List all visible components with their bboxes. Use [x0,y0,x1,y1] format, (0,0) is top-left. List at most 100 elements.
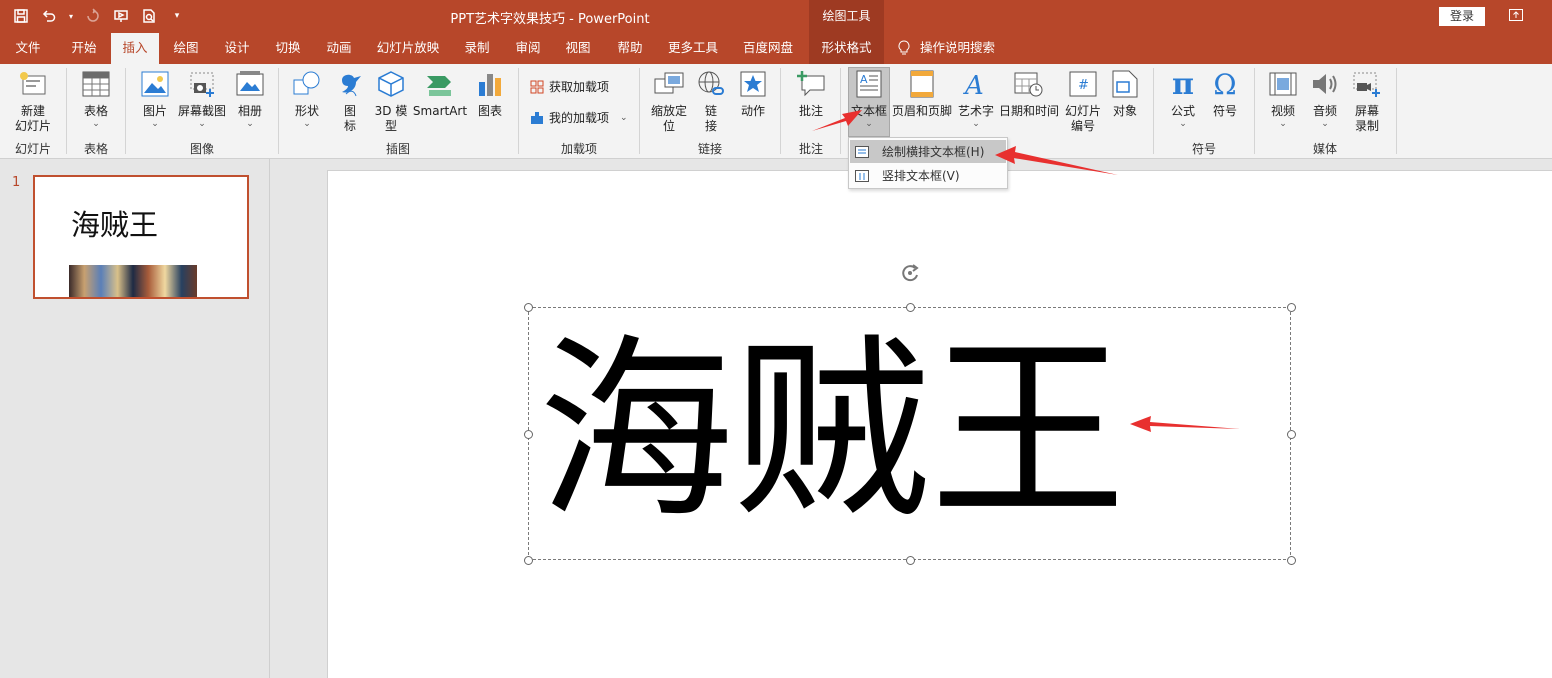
store-icon [530,80,544,93]
vertical-textbox-item[interactable]: 竖排文本框(V) [850,164,1006,187]
object-button[interactable]: 对象 [1106,68,1144,119]
action-star-icon [737,68,769,100]
symbol-button[interactable]: Ω 符号 [1206,68,1244,119]
video-label: 视频 [1270,104,1295,118]
resize-handle[interactable] [524,556,533,565]
wordart-icon: A [960,68,992,100]
slide-number-button[interactable]: # 幻灯片 编号 [1062,68,1104,134]
photo-album-button[interactable]: 相册 ⌄ [230,68,270,129]
group-separator [639,68,640,154]
equation-button[interactable]: π 公式 ⌄ [1164,68,1202,129]
comment-icon [795,68,827,100]
group-separator [66,68,67,154]
chart-button[interactable]: 图表 [472,68,508,119]
tab-more-tools[interactable]: 更多工具 [663,33,723,64]
audio-button[interactable]: 音频 ⌄ [1306,68,1344,129]
icons-bird-icon [334,68,366,100]
tab-file[interactable]: 文件 [8,33,48,64]
smartart-button[interactable]: SmartArt [413,68,467,119]
chevron-down-icon: ⌄ [246,119,254,129]
tab-insert[interactable]: 插入 [111,33,159,64]
3d-models-label-1: 3D 模 [374,104,408,118]
get-addins-button[interactable]: 获取加载项 [530,78,609,95]
film-icon [1267,68,1299,100]
slide-number-icon: # [1067,68,1099,100]
tab-design[interactable]: 设计 [217,33,257,64]
rotate-handle-icon[interactable] [899,262,921,284]
calendar-icon [1013,68,1045,100]
ribbon-display-options-icon[interactable] [1508,8,1524,22]
slide-number: 1 [12,175,21,190]
ribbon-tabs: 文件 开始 插入 绘图 设计 切换 动画 幻灯片放映 录制 审阅 视图 帮助 更… [0,33,1552,64]
slide-textbox-text[interactable]: 海贼王 [538,322,1126,542]
icons-label-1: 图 [343,104,356,118]
link-label-2: 接 [704,119,717,133]
link-button[interactable]: 链 接 [694,68,728,134]
textbox-button[interactable]: A 文本框 ⌄ [848,67,890,137]
tab-transitions[interactable]: 切换 [268,33,308,64]
group-label-links: 链接 [697,142,722,156]
link-label-1: 链 [704,104,717,118]
omega-icon: Ω [1213,67,1237,101]
slide-thumbnail-pane: 1 海贼王 [0,159,270,678]
tab-animations[interactable]: 动画 [319,33,359,64]
tab-baidu-netdisk[interactable]: 百度网盘 [737,33,799,64]
equation-label: 公式 [1170,104,1195,118]
resize-handle[interactable] [524,430,533,439]
shapes-button[interactable]: 形状 ⌄ [288,68,326,129]
resize-handle[interactable] [906,556,915,565]
tab-help[interactable]: 帮助 [610,33,650,64]
tab-slideshow[interactable]: 幻灯片放映 [372,33,444,64]
draw-horizontal-textbox-item[interactable]: 绘制横排文本框(H) [850,140,1006,163]
comment-button[interactable]: 批注 [790,68,832,119]
drawing-tools-context-label: 绘图工具 [809,0,884,33]
screenshot-icon [186,68,218,100]
group-label-comments: 批注 [798,142,823,156]
pictures-button[interactable]: 图片 ⌄ [134,68,176,129]
resize-handle[interactable] [906,303,915,312]
pictures-label: 图片 [142,104,167,118]
resize-handle[interactable] [1287,303,1296,312]
tell-me-search[interactable]: 操作说明搜索 [920,33,1000,64]
chevron-down-icon: ⌄ [620,112,628,123]
screen-recording-button[interactable]: 屏幕 录制 [1348,68,1386,134]
chevron-down-icon: ⌄ [1321,119,1329,129]
table-button[interactable]: 表格 ⌄ [74,68,118,129]
shapes-icon [291,68,323,100]
slide-thumbnail[interactable]: 海贼王 [33,175,249,299]
3d-models-button[interactable]: 3D 模 型 [372,68,410,134]
wordart-button[interactable]: A 艺术字 ⌄ [956,68,996,129]
action-button[interactable]: 动作 [734,68,772,119]
tab-review[interactable]: 审阅 [508,33,548,64]
group-label-images: 图像 [189,142,214,156]
icons-button[interactable]: 图 标 [332,68,368,134]
horizontal-textbox-icon [855,145,869,158]
header-footer-label: 页眉和页脚 [891,104,952,118]
tab-view[interactable]: 视图 [558,33,598,64]
group-label-tables: 表格 [83,142,108,156]
tab-record[interactable]: 录制 [457,33,497,64]
tab-shape-format[interactable]: 形状格式 [809,33,884,64]
shapes-label: 形状 [294,104,319,118]
zoom-button[interactable]: 缩放定 位 [648,68,690,134]
table-label: 表格 [83,104,108,118]
tab-draw[interactable]: 绘图 [166,33,206,64]
resize-handle[interactable] [1287,556,1296,565]
my-addins-button[interactable]: 我的加载项 ⌄ [530,109,628,126]
video-button[interactable]: 视频 ⌄ [1264,68,1302,129]
group-separator [278,68,279,154]
signin-button[interactable]: 登录 [1439,7,1485,26]
screenshot-button[interactable]: 屏幕截图 ⌄ [176,68,228,129]
photo-album-icon [234,68,266,100]
tab-home[interactable]: 开始 [62,33,106,64]
zoom-icon [653,68,685,100]
new-slide-button[interactable]: 新建 幻灯片 [6,68,60,134]
speaker-icon [1309,68,1341,100]
thumbnail-image [69,265,197,297]
resize-handle[interactable] [1287,430,1296,439]
resize-handle[interactable] [524,303,533,312]
header-footer-button[interactable]: 页眉和页脚 [890,68,954,119]
group-separator [840,68,841,154]
date-time-button[interactable]: 日期和时间 [998,68,1060,119]
3d-models-label-2: 型 [384,119,397,133]
